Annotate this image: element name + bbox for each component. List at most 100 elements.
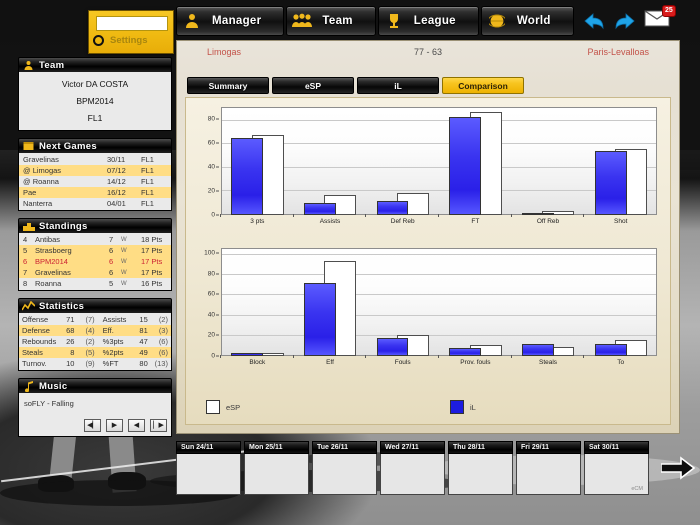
next-game-opponent: Nanterra (23, 199, 53, 208)
stat-key: Eff. (102, 326, 114, 335)
right-arrow-icon[interactable] (660, 453, 696, 483)
panel-music-header: Music (18, 378, 172, 393)
stat-value: 68 (66, 326, 75, 335)
chart-bar-group (221, 248, 294, 356)
panel-music: Music soFLY - Falling ◀▏ ▶ ◀ ▏▶ (18, 378, 172, 437)
next-game-row[interactable]: Gravelinas 30/11 FL1 (19, 154, 171, 165)
tab-comparison[interactable]: Comparison (442, 77, 524, 94)
standings-w-label: W (121, 236, 127, 243)
settings-input[interactable] (96, 16, 168, 31)
standings-team: BPM2014 (35, 257, 68, 266)
calendar-day-body[interactable] (176, 454, 241, 495)
settings-toggle-icon[interactable] (93, 35, 104, 46)
main-content-panel: Limogas 77 - 63 Paris-Levalloas Summary … (176, 40, 680, 434)
forward-arrow-icon[interactable] (612, 8, 638, 34)
panel-music-title: Music (39, 380, 68, 392)
standings-w-label: W (121, 258, 127, 265)
legend-swatch-esp (206, 400, 220, 414)
music-prev-glyph: ◀▏ (87, 422, 98, 429)
panel-standings-header: Standings (18, 218, 172, 233)
settings-panel[interactable]: Settings (88, 10, 174, 54)
stat-key: Assists (102, 315, 127, 324)
stat-value: 49 (139, 348, 148, 357)
match-away-team[interactable]: Paris-Levalloas (587, 47, 649, 57)
music-play-button[interactable]: ▶ (106, 419, 123, 432)
calendar-day[interactable]: Sun 24/11 (176, 441, 241, 495)
calendar-day-label: Sun 24/11 (181, 444, 214, 451)
stat-rank: (6) (158, 337, 168, 346)
nav-button-world[interactable]: World (480, 6, 574, 36)
statistics-row: Rebounds 26 (2) %3pts 47 (6) (19, 336, 171, 347)
chart-y-tick (216, 293, 219, 295)
tab-summary[interactable]: Summary (187, 77, 269, 94)
calendar-day-label: Sat 30/11 (589, 444, 619, 451)
next-game-row[interactable]: @ Roanna 14/12 FL1 (19, 176, 171, 187)
calendar-day-label: Fri 29/11 (521, 444, 550, 451)
tab-esp[interactable]: eSP (272, 77, 354, 94)
chart-x-tick-label: To (617, 359, 625, 366)
standings-w-label: W (121, 280, 127, 287)
calendar-day[interactable]: Wed 27/11 (380, 441, 445, 495)
next-game-row[interactable]: Nanterra 04/01 FL1 (19, 198, 171, 209)
calendar-day-header: Sat 30/11 (584, 441, 649, 454)
panel-statistics-title: Statistics (39, 300, 85, 312)
calendar-day-body[interactable] (380, 454, 445, 495)
music-back-button[interactable]: ◀ (128, 419, 145, 432)
next-game-comp: FL1 (141, 155, 154, 164)
team-group-icon (291, 10, 313, 32)
calendar-day-body[interactable] (312, 454, 377, 495)
chart-y-tick (216, 334, 219, 336)
next-game-row[interactable]: @ Limogas 07/12 FL1 (19, 165, 171, 176)
next-game-row[interactable]: Pae 16/12 FL1 (19, 187, 171, 198)
chart-top-y-axis: 0 20 40 60 80 (195, 107, 219, 219)
standings-row[interactable]: 5 Strasboerg 6 W 17 Pts (19, 245, 171, 256)
music-next-button[interactable]: ▏▶ (150, 419, 167, 432)
panel-next-games-body: Gravelinas 30/11 FL1 @ Limogas 07/12 FL1… (18, 153, 172, 211)
panel-next-games: Next Games Gravelinas 30/11 FL1 @ Limoga… (18, 138, 172, 211)
statistics-row: Turnov. 10 (9) %FT 80 (13) (19, 358, 171, 369)
calendar-day[interactable]: Thu 28/11 (448, 441, 513, 495)
tab-il[interactable]: iL (357, 77, 439, 94)
standings-team: Gravelinas (35, 268, 71, 277)
chart-y-tick (216, 355, 219, 357)
chart-x-tick-label: Block (249, 359, 266, 366)
calendar-day-body[interactable] (516, 454, 581, 495)
standings-row[interactable]: 8 Roanna 5 W 16 Pts (19, 278, 171, 289)
calendar-day[interactable]: Fri 29/11 (516, 441, 581, 495)
calendar-day-header: Mon 25/11 (244, 441, 309, 454)
music-prev-button[interactable]: ◀▏ (84, 419, 101, 432)
nav-button-team[interactable]: Team (286, 6, 376, 36)
back-arrow-icon[interactable] (581, 8, 607, 34)
nav-label-team: Team (322, 15, 353, 27)
calendar-day[interactable]: Sat 30/11 eCM (584, 441, 649, 495)
chart-legend: eSP iL (200, 398, 656, 420)
calendar-day-body[interactable] (244, 454, 309, 495)
standings-points: 16 Pts (141, 279, 163, 288)
calendar-day-body[interactable]: eCM (584, 454, 649, 495)
panel-team-body: Victor DA COSTA BPM2014 FL1 (18, 72, 172, 131)
calendar-day-label: Tue 26/11 (317, 444, 349, 451)
standings-row-current-team[interactable]: 6 BPM2014 6 W 17 Pts (19, 256, 171, 267)
statistics-row: Offense 71 (7) Assists 15 (2) (19, 314, 171, 325)
chart-y-tick (216, 118, 219, 120)
chart-bar-group (439, 107, 512, 215)
calendar-day[interactable]: Mon 25/11 (244, 441, 309, 495)
nav-button-league[interactable]: League (377, 6, 479, 36)
standings-row[interactable]: 7 Gravelinas 6 W 17 Pts (19, 267, 171, 278)
nav-button-manager[interactable]: Manager (176, 6, 285, 36)
nav-label-manager: Manager (212, 15, 262, 27)
chart-line-icon (22, 301, 35, 312)
standings-w-label: W (121, 269, 127, 276)
chart-bar-group (366, 248, 439, 356)
settings-row[interactable]: Settings (93, 35, 147, 46)
standings-points: 18 Pts (141, 235, 163, 244)
tab-esp-label: eSP (304, 80, 322, 91)
trophy-icon (383, 10, 405, 32)
calendar-day[interactable]: Tue 26/11 (312, 441, 377, 495)
calendar-day-label: Thu 28/11 (453, 444, 485, 451)
standings-team: Antibas (35, 235, 61, 244)
calendar-day-body[interactable] (448, 454, 513, 495)
match-header: Limogas 77 - 63 Paris-Levalloas (177, 41, 679, 65)
standings-row[interactable]: 4 Antibas 7 W 18 Pts (19, 234, 171, 245)
mail-envelope-icon[interactable]: 25 (644, 5, 676, 34)
